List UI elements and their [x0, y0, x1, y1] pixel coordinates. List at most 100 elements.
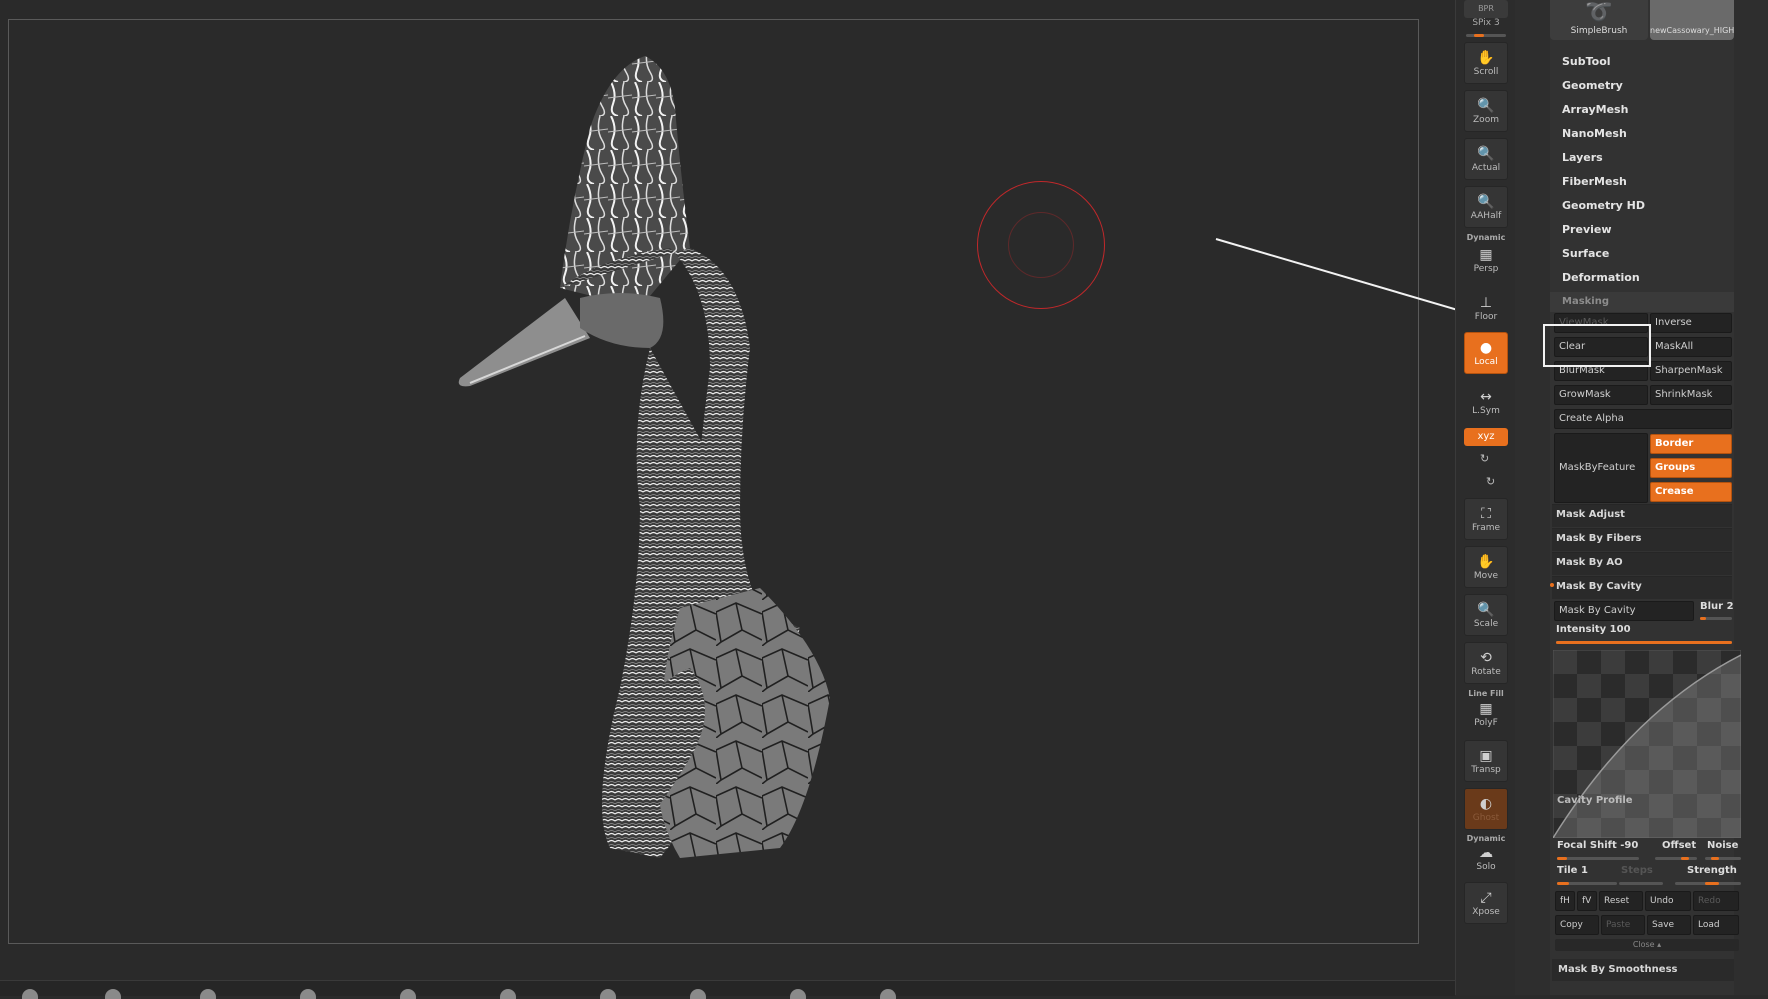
- solo-button[interactable]: ☁ Solo: [1464, 838, 1508, 880]
- save-curve-button[interactable]: Save: [1647, 915, 1691, 935]
- local-button[interactable]: ● Local: [1464, 332, 1508, 374]
- solo-icon: ☁: [1479, 845, 1493, 861]
- spix-label: SPix 3: [1472, 18, 1500, 28]
- magnifier-icon: 🔍: [1477, 98, 1495, 114]
- menu-geometry[interactable]: Geometry: [1562, 79, 1623, 92]
- menu-fibermesh[interactable]: FiberMesh: [1562, 175, 1627, 188]
- symmetry-icon: ↔: [1480, 389, 1492, 405]
- right-shelf-toolbar: BPR SPix 3 ✋ Scroll 🔍 Zoom 🔍 Actual 🔍 AAHalf…: [1455, 0, 1516, 995]
- maskbyfeature-button[interactable]: MaskByFeature: [1554, 433, 1648, 503]
- rotate-icon: ⟲: [1480, 650, 1492, 666]
- crease-toggle[interactable]: Crease: [1650, 482, 1732, 502]
- active-dot-icon: [1550, 583, 1554, 587]
- blur-label: Blur 2: [1700, 601, 1734, 612]
- xyz-button[interactable]: xyz: [1464, 428, 1508, 446]
- tile-label: Tile 1: [1557, 865, 1588, 876]
- focal-shift-label: Focal Shift -90: [1557, 840, 1639, 851]
- menu-deformation[interactable]: Deformation: [1562, 271, 1640, 284]
- floor-button[interactable]: ⊥ Floor: [1464, 288, 1508, 330]
- offset-label: Offset: [1662, 840, 1697, 851]
- clear-highlight-box: [1543, 324, 1651, 367]
- offset-slider[interactable]: [1655, 857, 1697, 860]
- copy-curve-button[interactable]: Copy: [1555, 915, 1599, 935]
- steps-label: Steps: [1621, 865, 1653, 876]
- cavity-profile-curve[interactable]: [1553, 650, 1741, 838]
- strength-label: Strength: [1687, 865, 1737, 876]
- redo-curve-button[interactable]: Redo: [1693, 891, 1739, 911]
- flip-h-button[interactable]: fH: [1555, 891, 1575, 911]
- menu-nanomesh[interactable]: NanoMesh: [1562, 127, 1627, 140]
- frame-button[interactable]: ⛶ Frame: [1464, 498, 1508, 540]
- rotate-z-icon[interactable]: ↻: [1486, 475, 1495, 488]
- aahalf-button[interactable]: 🔍 AAHalf: [1464, 186, 1508, 228]
- mask-by-cavity-header[interactable]: Mask By Cavity: [1556, 581, 1642, 592]
- magnifier-icon: 🔍: [1477, 194, 1495, 210]
- maskall-button[interactable]: MaskAll: [1650, 337, 1732, 357]
- mask-by-fibers-item[interactable]: Mask By Fibers: [1556, 533, 1642, 544]
- sharpenmask-button[interactable]: SharpenMask: [1650, 361, 1732, 381]
- reset-curve-button[interactable]: Reset: [1599, 891, 1643, 911]
- cavity-profile-label: Cavity Profile: [1557, 795, 1633, 806]
- spix-slider[interactable]: [1466, 34, 1506, 37]
- mask-adjust-item[interactable]: Mask Adjust: [1556, 509, 1625, 520]
- floor-icon: ⊥: [1479, 295, 1493, 311]
- inverse-button[interactable]: Inverse: [1650, 313, 1732, 333]
- bpr-button[interactable]: BPR: [1464, 0, 1508, 18]
- polyf-button[interactable]: ▦ PolyF: [1464, 694, 1508, 736]
- steps-slider[interactable]: [1619, 882, 1663, 885]
- hand-icon: ✋: [1477, 50, 1495, 66]
- close-curve-button[interactable]: Close ▴: [1555, 939, 1739, 951]
- rotate-button[interactable]: ⟲ Rotate: [1464, 642, 1508, 684]
- scroll-button[interactable]: ✋ Scroll: [1464, 42, 1508, 84]
- magnifier-icon: 🔍: [1477, 602, 1495, 618]
- cassowary-model[interactable]: [440, 48, 880, 908]
- border-toggle[interactable]: Border: [1650, 434, 1732, 454]
- model-thumb-icon: [1650, 0, 1734, 26]
- growmask-button[interactable]: GrowMask: [1554, 385, 1648, 405]
- polyframe-icon: ▦: [1479, 701, 1493, 717]
- magnifier-icon: 🔍: [1477, 146, 1495, 162]
- menu-geometry-hd[interactable]: Geometry HD: [1562, 199, 1645, 212]
- move-button[interactable]: ✋ Move: [1464, 546, 1508, 588]
- menu-subtool[interactable]: SubTool: [1562, 55, 1611, 68]
- ghost-button[interactable]: ◐ Ghost: [1464, 788, 1508, 830]
- menu-surface[interactable]: Surface: [1562, 247, 1609, 260]
- mask-by-smoothness-item[interactable]: Mask By Smoothness: [1558, 964, 1677, 975]
- menu-arraymesh[interactable]: ArrayMesh: [1562, 103, 1628, 116]
- menu-layers[interactable]: Layers: [1562, 151, 1603, 164]
- mask-by-ao-item[interactable]: Mask By AO: [1556, 557, 1623, 568]
- menu-preview[interactable]: Preview: [1562, 223, 1612, 236]
- tool-palette: ➰ SimpleBrush newCassowary_HIGH SubTool …: [1515, 0, 1768, 995]
- zoom-button[interactable]: 🔍 Zoom: [1464, 90, 1508, 132]
- shrinkmask-button[interactable]: ShrinkMask: [1650, 385, 1732, 405]
- chevron-up-icon: ▴: [1657, 940, 1662, 949]
- groups-toggle[interactable]: Groups: [1650, 458, 1732, 478]
- focal-shift-slider[interactable]: [1557, 857, 1639, 860]
- grid-icon: ▦: [1479, 247, 1493, 263]
- bottom-shelf: [0, 980, 1455, 999]
- canvas-viewport[interactable]: [0, 0, 1540, 999]
- brush-cursor: [977, 181, 1105, 309]
- rotate-y-icon[interactable]: ↻: [1480, 452, 1489, 465]
- transp-button[interactable]: ▣ Transp: [1464, 740, 1508, 782]
- xpose-button[interactable]: ⤢ Xpose: [1464, 882, 1508, 924]
- masking-header[interactable]: Masking: [1550, 292, 1734, 312]
- create-alpha-button[interactable]: Create Alpha: [1554, 409, 1732, 429]
- paste-curve-button[interactable]: Paste: [1601, 915, 1645, 935]
- flip-v-button[interactable]: fV: [1577, 891, 1597, 911]
- brush-icon: ➰: [1585, 0, 1613, 25]
- transparency-icon: ▣: [1479, 748, 1493, 764]
- local-icon: ●: [1479, 340, 1493, 356]
- lsym-button[interactable]: ↔ L.Sym: [1464, 382, 1508, 424]
- load-curve-button[interactable]: Load: [1693, 915, 1739, 935]
- brush-thumbnail[interactable]: ➰ SimpleBrush: [1550, 0, 1648, 40]
- persp-button[interactable]: ▦ Persp: [1464, 240, 1508, 282]
- undo-curve-button[interactable]: Undo: [1645, 891, 1691, 911]
- actual-button[interactable]: 🔍 Actual: [1464, 138, 1508, 180]
- tool-thumbnail[interactable]: newCassowary_HIGH: [1650, 0, 1734, 40]
- scale-button[interactable]: 🔍 Scale: [1464, 594, 1508, 636]
- mask-by-cavity-button[interactable]: Mask By Cavity: [1554, 601, 1694, 621]
- noise-label: Noise: [1707, 840, 1739, 851]
- hand-icon: ✋: [1477, 554, 1495, 570]
- frame-icon: ⛶: [1481, 506, 1491, 522]
